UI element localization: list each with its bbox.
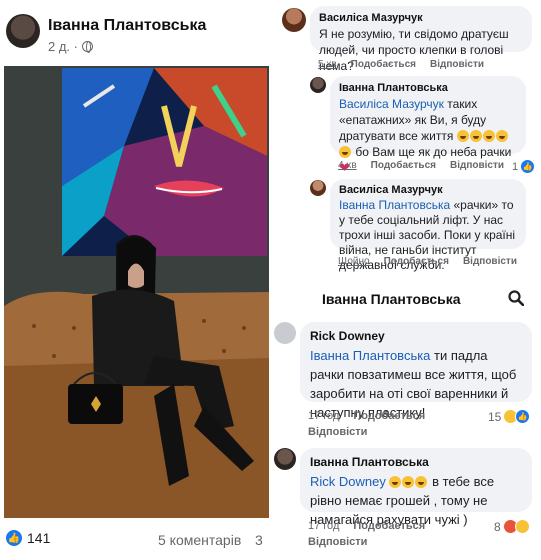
like-button[interactable]: Подобається <box>353 410 425 422</box>
commenter-avatar[interactable] <box>274 448 296 470</box>
comment-time[interactable]: Щойно <box>338 256 370 267</box>
commenter-avatar[interactable] <box>310 180 326 196</box>
mention-link[interactable]: Іванна Плантовська <box>339 198 450 212</box>
commenter-name[interactable]: Василіса Мазурчук <box>339 183 517 198</box>
comment-time[interactable]: 17 год <box>308 520 339 532</box>
post-author-name[interactable]: Іванна Плантовська <box>48 17 206 35</box>
comment-bubble: Василіса Мазурчук Іванна Плантовська «ра… <box>330 179 526 272</box>
like-button[interactable]: Подобається <box>351 59 416 70</box>
laughing-emoji-icons <box>386 474 429 489</box>
comment-bubble: Rick Downey Іванна Плантовська ти падла … <box>300 322 532 420</box>
post-photo-image <box>4 66 269 518</box>
comment-actions-row2: Відповісти <box>308 536 367 548</box>
reply-button[interactable]: Відповісти <box>430 59 484 70</box>
commenter-name[interactable]: Іванна Плантовська <box>310 453 522 472</box>
like-icon: 👍 <box>515 409 531 424</box>
mention-link[interactable]: Rick Downey <box>310 474 386 489</box>
share-count[interactable]: 3 <box>255 532 263 548</box>
comment-reaction-count[interactable]: 1 👍 <box>512 159 536 174</box>
reply-button[interactable]: Відповісти <box>308 536 367 548</box>
mention-link[interactable]: Василіса Мазурчук <box>339 97 444 111</box>
comment-actions: 5 хв Подобається Відповісти <box>318 59 484 70</box>
comment-time[interactable]: 4 хв <box>338 160 357 171</box>
comment-actions: Щойно Подобається Відповісти <box>338 256 517 267</box>
post-author-avatar[interactable] <box>6 14 40 48</box>
reaction-count: 8 <box>494 519 501 534</box>
comment-bubble: Іванна Плантовська Василіса Мазурчук так… <box>330 76 526 175</box>
thread-title: Іванна Плантовська <box>322 291 461 307</box>
like-button[interactable]: Подобається <box>384 256 449 267</box>
reaction-count: 1 <box>512 160 519 173</box>
reaction-count: 15 <box>488 409 502 424</box>
reply-button[interactable]: Відповісти <box>450 160 504 171</box>
like-button[interactable]: Подобається <box>353 520 425 532</box>
comment-bubble: Іванна Плантовська Rick Downey в тебе вс… <box>300 448 532 527</box>
comment-actions-row2: Відповісти <box>308 426 367 438</box>
commenter-name[interactable]: Василіса Мазурчук <box>319 10 523 26</box>
comment-reaction-count[interactable]: 15 👍 <box>488 409 531 424</box>
comment-actions: 17 год Подобається <box>308 410 425 422</box>
haha-icon <box>514 519 530 534</box>
commenter-avatar[interactable] <box>282 8 306 32</box>
reaction-count: 141 <box>27 530 51 546</box>
commenter-avatar[interactable] <box>310 77 326 93</box>
comment-actions: 4 хв Подобається Відповісти <box>338 160 504 171</box>
comment-time[interactable]: 17 год <box>308 410 339 422</box>
like-icon: 👍 <box>520 159 536 174</box>
comment-reaction-count[interactable]: 8 <box>494 519 530 534</box>
globe-icon <box>81 41 93 53</box>
comment-count[interactable]: 5 коментарів <box>158 532 241 548</box>
search-icon[interactable] <box>508 290 524 306</box>
comment-bubble: Василіса Мазурчук Я не розумію, ти свідо… <box>310 6 532 73</box>
commenter-name[interactable]: Rick Downey <box>310 327 522 346</box>
comment-text: бо Вам ще як до неба рачки <box>355 145 512 159</box>
comment-time[interactable]: 5 хв <box>318 59 337 70</box>
like-button[interactable]: Подобається <box>371 160 436 171</box>
default-avatar-icon[interactable] <box>274 322 296 344</box>
comment-actions: 17 год Подобається <box>308 520 425 532</box>
post-meta: 2 д. · <box>48 39 93 54</box>
commenter-name[interactable]: Іванна Плантовська <box>339 80 517 96</box>
post-time[interactable]: 2 д. · <box>48 39 78 54</box>
post-reactions[interactable]: 👍 141 <box>6 530 50 546</box>
reply-button[interactable]: Відповісти <box>463 256 517 267</box>
post-photo[interactable] <box>4 66 269 518</box>
reply-button[interactable]: Відповісти <box>308 426 367 438</box>
mention-link[interactable]: Іванна Плантовська <box>310 348 430 363</box>
like-icon: 👍 <box>6 530 22 546</box>
